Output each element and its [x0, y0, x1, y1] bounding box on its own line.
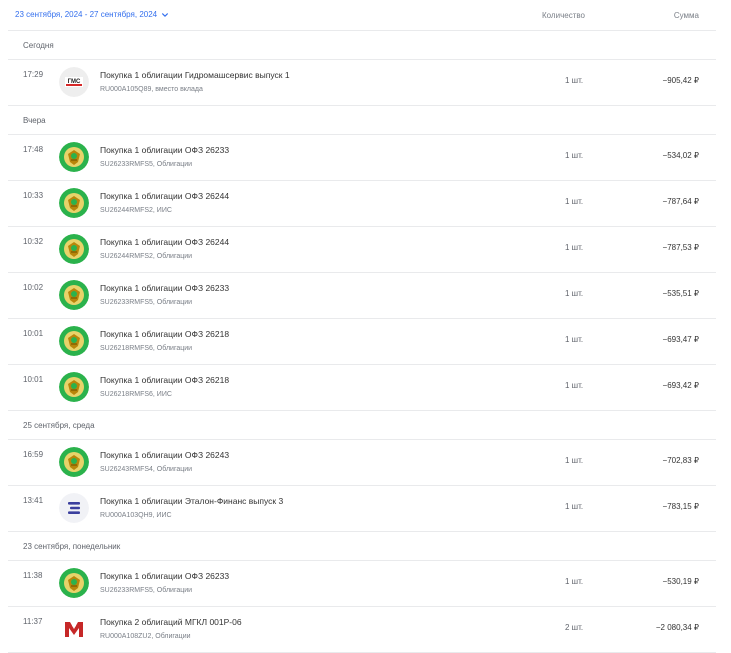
operation-amount: −693,42 ₽	[662, 381, 699, 390]
operation-subtitle: RU000A105Q89, вместо вклада	[100, 86, 203, 93]
operation-title: Покупка 1 облигации ОФЗ 26218	[100, 375, 230, 385]
operation-title: Покупка 1 облигации Гидромашсервис выпус…	[100, 70, 290, 80]
operation-amount: −535,51 ₽	[662, 289, 699, 298]
date-group-label: Сегодня	[23, 41, 54, 50]
operation-row[interactable]: 10:33 Покупка 1 облигации ОФЗ 26244 SU2624…	[8, 181, 716, 227]
ofz-emblem-icon	[59, 142, 89, 172]
operation-row[interactable]: 17:48 Покупка 1 облигации ОФЗ 26233 SU2623…	[8, 135, 716, 181]
column-header-sum: Сумма	[673, 11, 699, 20]
operation-quantity: 1 шт.	[565, 243, 584, 252]
operation-subtitle: SU26244RMFS2, Облигации	[100, 253, 193, 260]
date-group-header: 25 сентября, среда	[8, 411, 716, 440]
operation-quantity: 1 шт.	[565, 335, 584, 344]
operation-groups: Сегодня 17:29 ГМС Покупка 1 облигации Гидро…	[8, 31, 716, 653]
chevron-down-icon	[162, 12, 169, 17]
operation-quantity: 2 шт.	[565, 623, 584, 632]
operation-amount: −693,47 ₽	[662, 335, 699, 344]
operation-subtitle: SU26233RMFS5, Облигации	[100, 299, 193, 306]
operation-amount: −905,42 ₽	[662, 76, 699, 85]
operation-amount: −783,15 ₽	[662, 502, 699, 511]
operation-row[interactable]: 10:32 Покупка 1 облигации ОФЗ 26244 SU2624…	[8, 227, 716, 273]
operation-time: 11:37	[23, 617, 43, 626]
operation-time: 11:38	[23, 571, 43, 580]
operation-row[interactable]: 10:01 Покупка 1 облигации ОФЗ 26218 SU2621…	[8, 365, 716, 411]
operation-subtitle: SU26233RMFS5, Облигации	[100, 587, 193, 594]
date-group-label: 25 сентября, среда	[23, 421, 95, 430]
date-group-header: 23 сентября, понедельник	[8, 532, 716, 561]
operation-time: 10:02	[23, 283, 44, 292]
operation-amount: −530,19 ₽	[662, 577, 699, 586]
column-header-quantity: Количество	[542, 11, 585, 20]
operation-time: 17:29	[23, 70, 44, 79]
ofz-emblem-icon	[59, 188, 89, 218]
ofz-emblem-icon	[59, 568, 89, 598]
operation-quantity: 1 шт.	[565, 289, 584, 298]
operation-title: Покупка 1 облигации ОФЗ 26233	[100, 283, 230, 293]
etalon-logo-icon	[59, 493, 89, 523]
date-group-label: 23 сентября, понедельник	[23, 542, 121, 551]
operation-quantity: 1 шт.	[565, 577, 584, 586]
operation-row[interactable]: 10:02 Покупка 1 облигации ОФЗ 26233 SU2623…	[8, 273, 716, 319]
operation-time: 10:01	[23, 329, 44, 338]
operation-title: Покупка 1 облигации Эталон-Финанс выпуск…	[100, 496, 284, 506]
operation-subtitle: SU26244RMFS2, ИИС	[100, 207, 172, 214]
operation-title: Покупка 1 облигации ОФЗ 26244	[100, 237, 230, 247]
operation-row[interactable]: 16:59 Покупка 1 облигации ОФЗ 26243 SU2624…	[8, 440, 716, 486]
operation-subtitle: SU26243RMFS4, Облигации	[100, 466, 193, 473]
operations-list: 23 сентября, 2024 - 27 сентября, 2024 Ко…	[8, 0, 716, 653]
operation-time: 13:41	[23, 496, 44, 505]
date-range-picker[interactable]: 23 сентября, 2024 - 27 сентября, 2024	[15, 10, 169, 19]
operation-quantity: 1 шт.	[565, 456, 584, 465]
operation-row[interactable]: 17:29 ГМС Покупка 1 облигации Гидромашсерв…	[8, 60, 716, 106]
operation-title: Покупка 1 облигации ОФЗ 26233	[100, 571, 230, 581]
operation-subtitle: RU000A103QH9, ИИС	[100, 512, 172, 519]
operation-quantity: 1 шт.	[565, 502, 584, 511]
operation-time: 10:33	[23, 191, 44, 200]
list-header: 23 сентября, 2024 - 27 сентября, 2024 Ко…	[8, 0, 716, 31]
operation-subtitle: SU26218RMFS6, Облигации	[100, 345, 193, 352]
date-range-label: 23 сентября, 2024 - 27 сентября, 2024	[15, 10, 158, 19]
operation-subtitle: RU000A108ZU2, Облигации	[100, 633, 191, 640]
operation-title: Покупка 1 облигации ОФЗ 26243	[100, 450, 230, 460]
operation-quantity: 1 шт.	[565, 151, 584, 160]
date-group-header: Сегодня	[8, 31, 716, 60]
operation-amount: −534,02 ₽	[662, 151, 699, 160]
operation-amount: −702,83 ₽	[662, 456, 699, 465]
operation-amount: −787,53 ₽	[662, 243, 699, 252]
operation-title: Покупка 1 облигации ОФЗ 26218	[100, 329, 230, 339]
operation-title: Покупка 1 облигации ОФЗ 26233	[100, 145, 230, 155]
operation-title: Покупка 2 облигаций МГКЛ 001Р-06	[100, 617, 242, 627]
gms-logo-icon: ГМС	[59, 67, 89, 97]
ofz-emblem-icon	[59, 326, 89, 356]
operation-time: 10:32	[23, 237, 44, 246]
operation-amount: −787,64 ₽	[662, 197, 699, 206]
operation-row[interactable]: 11:37 Покупка 2 облигаций МГКЛ 001Р-06 RU0…	[8, 607, 716, 653]
ofz-emblem-icon	[59, 447, 89, 477]
operation-time: 17:48	[23, 145, 44, 154]
operation-row[interactable]: 13:41 Покупка 1 облигации Эталон-Финанс в…	[8, 486, 716, 532]
operation-row[interactable]: 10:01 Покупка 1 облигации ОФЗ 26218 SU2621…	[8, 319, 716, 365]
operation-title: Покупка 1 облигации ОФЗ 26244	[100, 191, 230, 201]
operation-quantity: 1 шт.	[565, 197, 584, 206]
mgkl-logo-icon	[59, 614, 89, 644]
operation-time: 10:01	[23, 375, 44, 384]
operation-quantity: 1 шт.	[565, 381, 584, 390]
operation-quantity: 1 шт.	[565, 76, 584, 85]
ofz-emblem-icon	[59, 372, 89, 402]
operation-time: 16:59	[23, 450, 44, 459]
operation-amount: −2 080,34 ₽	[655, 623, 699, 632]
date-group-header: Вчера	[8, 106, 716, 135]
date-group-label: Вчера	[23, 116, 46, 125]
operation-subtitle: SU26233RMFS5, Облигации	[100, 161, 193, 168]
operation-subtitle: SU26218RMFS6, ИИС	[100, 391, 172, 398]
ofz-emblem-icon	[59, 234, 89, 264]
ofz-emblem-icon	[59, 280, 89, 310]
operation-row[interactable]: 11:38 Покупка 1 облигации ОФЗ 26233 SU2623…	[8, 561, 716, 607]
